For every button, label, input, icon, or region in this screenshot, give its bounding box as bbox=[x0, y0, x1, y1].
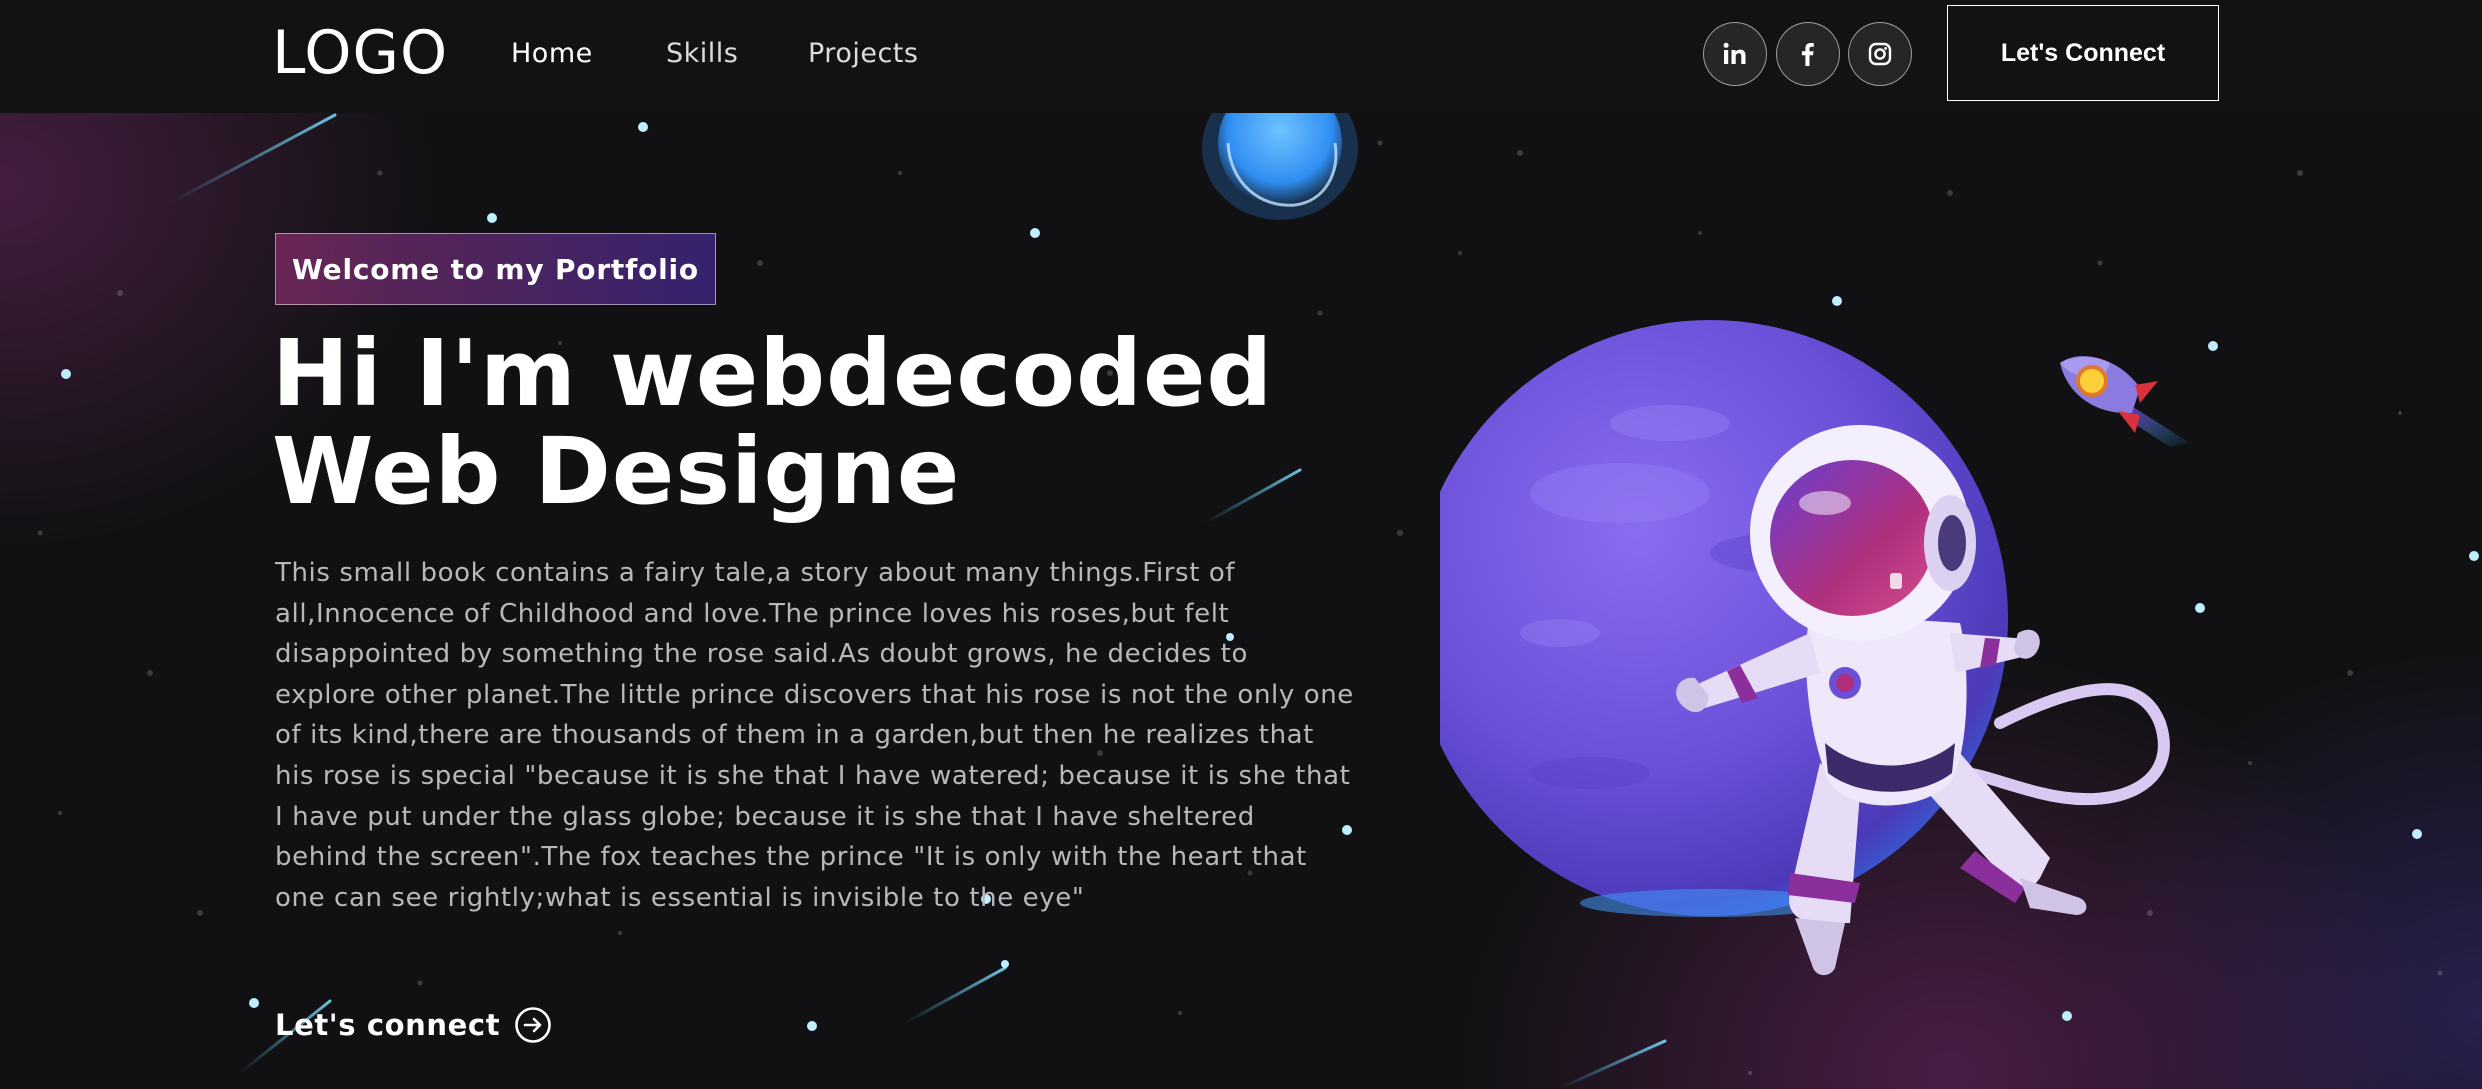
facebook-icon[interactable] bbox=[1776, 22, 1840, 86]
lets-connect-button[interactable]: Let's Connect bbox=[1947, 5, 2219, 101]
arrow-right-circle-icon bbox=[514, 1006, 552, 1044]
logo[interactable]: LOGO bbox=[272, 20, 448, 86]
lets-connect-link[interactable]: Let's connect bbox=[275, 1006, 552, 1044]
rocket-icon bbox=[2060, 356, 2190, 447]
headline-line-1: Hi I'm webdecoded bbox=[272, 320, 1274, 427]
page-title: Hi I'm webdecoded Web Designe bbox=[272, 325, 1273, 521]
linkedin-icon[interactable] bbox=[1703, 22, 1767, 86]
navbar: LOGO Home Skills Projects Let's Connect bbox=[0, 0, 2482, 113]
banner: Welcome to my Portfolio Hi I'm webdecode… bbox=[0, 113, 2482, 1089]
lets-connect-label: Let's connect bbox=[275, 1008, 501, 1042]
instagram-icon[interactable] bbox=[1848, 22, 1912, 86]
nav-link-skills[interactable]: Skills bbox=[666, 34, 738, 74]
headline-line-2: Web Designe bbox=[272, 418, 961, 525]
nav-link-projects[interactable]: Projects bbox=[808, 34, 918, 74]
blue-moon-icon bbox=[1202, 113, 1358, 220]
nav-link-home[interactable]: Home bbox=[511, 34, 593, 74]
welcome-tagline: Welcome to my Portfolio bbox=[275, 233, 716, 305]
bio-paragraph: This small book contains a fairy tale,a … bbox=[275, 558, 1354, 913]
